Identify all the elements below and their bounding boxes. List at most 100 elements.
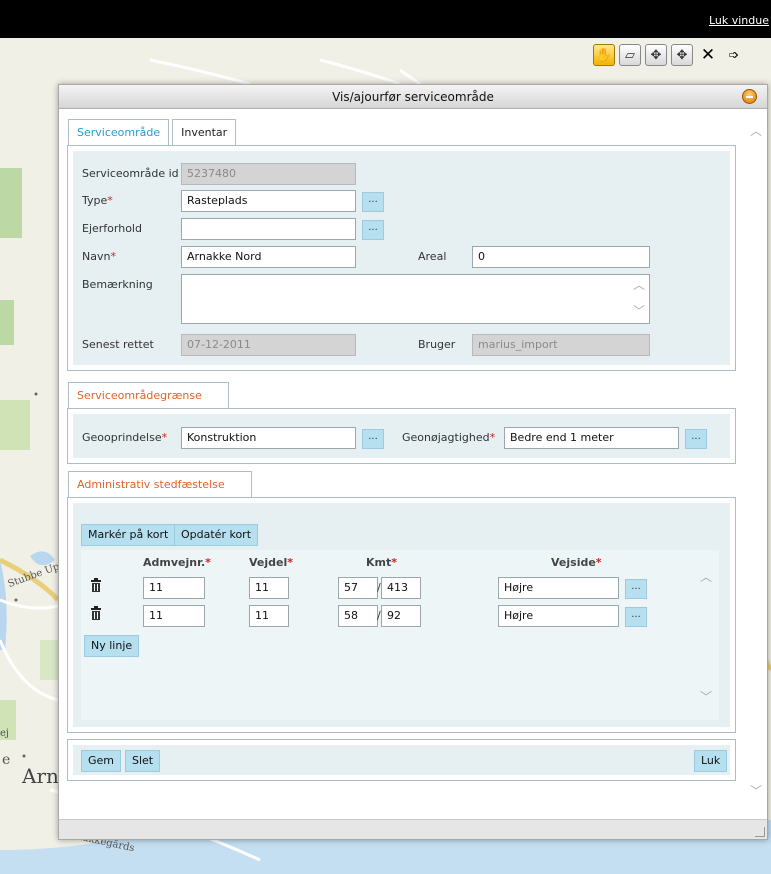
m-field[interactable]: 92 <box>381 605 421 627</box>
admin-section-tab: Administrativ stedfæstelse <box>68 471 252 497</box>
delete-row-trash-icon[interactable] <box>90 606 102 620</box>
side-field[interactable]: Højre <box>498 577 619 599</box>
col-road-no: Admvejnr.* <box>143 556 211 569</box>
name-field[interactable]: Arnakke Nord <box>181 246 356 268</box>
name-label: Navn* <box>82 250 116 263</box>
type-lookup-button[interactable]: ... <box>362 192 384 212</box>
col-road-part-text: Vejdel <box>249 556 288 569</box>
road-no-field[interactable]: 11 <box>143 605 205 627</box>
mark-on-map-button[interactable]: Markér på kort <box>81 524 176 546</box>
last-edited-label: Senest rettet <box>82 338 154 351</box>
remark-scroll-up-icon[interactable]: ︿ <box>633 276 645 293</box>
geo-accuracy-label: Geonøjagtighed* <box>402 431 495 444</box>
col-km: Kmt* <box>366 556 397 569</box>
ownership-lookup-button[interactable]: ... <box>362 220 384 240</box>
required-mark: * <box>110 250 116 263</box>
map-label-ej: ej <box>0 728 10 739</box>
admin-panel: Markér på kort Opdatér kort ︿ ﹀ Admvejnr… <box>67 497 736 733</box>
resize-grip-icon[interactable] <box>755 827 765 837</box>
delete-button[interactable]: Slet <box>125 750 161 772</box>
col-side-text: Vejside <box>551 556 596 569</box>
required-mark: * <box>107 194 113 207</box>
admin-table-area <box>81 550 719 720</box>
service-area-panel: Serviceområde id 5237480 Type* Rasteplad… <box>67 145 736 371</box>
user-label: Bruger <box>418 338 456 351</box>
required-mark: * <box>489 431 496 444</box>
move-vertex-icon[interactable]: ✥ <box>671 44 693 66</box>
action-bar-inner <box>73 745 730 775</box>
last-edited-field: 07-12-2011 <box>181 334 356 356</box>
required-mark: * <box>205 556 211 569</box>
geo-origin-field[interactable]: Konstruktion <box>181 427 356 449</box>
table-scroll-down-icon[interactable]: ﹀ <box>700 688 712 705</box>
map-label-e: e <box>2 752 11 768</box>
tab-inventory[interactable]: Inventar <box>172 119 237 145</box>
dialog-body: ︿ ﹀ Serviceområde Inventar Serviceområde… <box>59 110 767 820</box>
ownership-label: Ejerforhold <box>82 222 142 235</box>
geo-origin-label-text: Geooprindelse <box>82 431 162 444</box>
col-road-part: Vejdel* <box>249 556 293 569</box>
update-map-button[interactable]: Opdatér kort <box>174 524 259 546</box>
remark-scroll-down-icon[interactable]: ﹀ <box>633 302 645 319</box>
m-field[interactable]: 413 <box>381 577 421 599</box>
road-part-field[interactable]: 11 <box>249 605 289 627</box>
pan-hand-icon[interactable]: ✋ <box>593 44 615 66</box>
geo-origin-label: Geooprindelse* <box>82 431 167 444</box>
side-lookup-button[interactable]: ... <box>625 579 647 599</box>
boundary-panel: Geooprindelse* Konstruktion ... Geonøjag… <box>67 408 736 464</box>
boundary-tab-bar: Serviceområdegrænse <box>68 382 229 408</box>
type-label-text: Type <box>82 194 108 207</box>
geo-origin-lookup-button[interactable]: ... <box>362 429 384 449</box>
required-mark: * <box>595 556 602 569</box>
new-line-button[interactable]: Ny linje <box>84 635 140 657</box>
admin-tab-bar: Administrativ stedfæstelse <box>68 471 252 497</box>
side-field[interactable]: Højre <box>498 605 619 627</box>
geo-accuracy-lookup-button[interactable]: ... <box>685 429 707 449</box>
name-label-text: Navn <box>82 250 111 263</box>
col-side: Vejside* <box>551 556 602 569</box>
dialog-titlebar[interactable]: Vis/ajourfør serviceområde <box>59 85 767 109</box>
select-area-icon[interactable]: ▱ <box>619 44 641 66</box>
area-field[interactable]: 0 <box>472 246 650 268</box>
map-toolbar: ✋ ▱ ✥ ✥ ✕ ➩ <box>593 44 745 66</box>
ownership-field[interactable] <box>181 218 356 240</box>
service-area-id-field: 5237480 <box>181 163 356 185</box>
table-scroll-up-icon[interactable]: ︿ <box>700 568 712 585</box>
top-bar: Luk vindue <box>0 0 771 38</box>
tab-bar: Serviceområde Inventar <box>68 119 237 145</box>
close-x-icon[interactable]: ✕ <box>697 44 719 66</box>
col-road-no-text: Admvejnr. <box>143 556 206 569</box>
road-no-field[interactable]: 11 <box>143 577 205 599</box>
required-mark: * <box>161 431 168 444</box>
dialog-status-bar <box>59 819 767 839</box>
outer-scroll-down-icon[interactable]: ﹀ <box>750 782 762 799</box>
required-mark: * <box>287 556 294 569</box>
action-bar: Gem Slet Luk <box>67 739 736 781</box>
km-field[interactable]: 57 <box>338 577 378 599</box>
boundary-section-tab: Serviceområdegrænse <box>68 382 229 408</box>
close-button[interactable]: Luk <box>694 750 728 772</box>
dialog-title: Vis/ajourfør serviceområde <box>332 90 494 104</box>
user-field: marius_import <box>472 334 650 356</box>
service-area-id-label: Serviceområde id <box>82 167 179 180</box>
col-km-text: Kmt <box>366 556 392 569</box>
road-part-field[interactable]: 11 <box>249 577 289 599</box>
outer-scroll-up-icon[interactable]: ︿ <box>750 122 762 139</box>
side-lookup-button[interactable]: ... <box>625 607 647 627</box>
move-icon[interactable]: ✥ <box>645 44 667 66</box>
delete-row-trash-icon[interactable] <box>90 578 102 592</box>
map-label-town: Arn <box>22 764 59 788</box>
geo-accuracy-field[interactable]: Bedre end 1 meter <box>504 427 679 449</box>
select-arrow-icon[interactable]: ➩ <box>723 44 745 66</box>
close-window-link[interactable]: Luk vindue <box>709 14 769 27</box>
minimize-icon[interactable] <box>742 89 757 104</box>
save-button[interactable]: Gem <box>81 750 122 772</box>
km-field[interactable]: 58 <box>338 605 378 627</box>
tab-service-area[interactable]: Serviceområde <box>68 119 170 145</box>
area-label: Areal <box>418 250 447 263</box>
type-label: Type* <box>82 194 113 207</box>
remark-textarea[interactable] <box>181 274 650 324</box>
remark-label: Bemærkning <box>82 278 153 291</box>
geo-accuracy-label-text: Geonøjagtighed <box>402 431 490 444</box>
type-field[interactable]: Rasteplads <box>181 190 356 212</box>
